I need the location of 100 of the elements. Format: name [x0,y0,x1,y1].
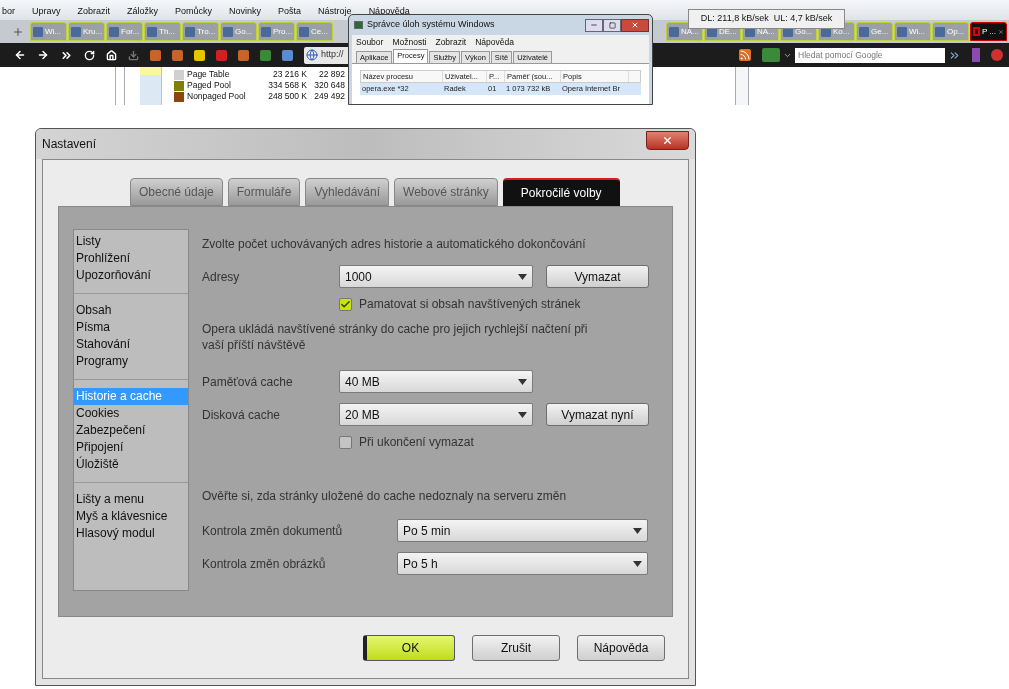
tab-label: Tro... [197,25,216,38]
section-heading: Zvolte počet uchovávaných adres historie a automatického dokončování [202,236,587,253]
favicon-icon [33,26,43,37]
side-panel [140,67,162,105]
category-item[interactable]: Obsah [74,302,188,319]
window-frame [115,67,125,105]
caret-icon [518,273,527,280]
menu-item[interactable]: Pomůcky [175,4,213,18]
category-item[interactable]: Písma [74,319,188,336]
menu-item[interactable]: Zobrazit [77,4,111,18]
table-cell-text: 249 492 [313,90,345,103]
table-cell-text: Paged Pool [187,79,232,92]
menu-item[interactable]: bor [2,4,15,18]
app-icon [354,21,363,29]
menu-item[interactable]: Soubor [356,36,384,49]
caret-icon [518,378,527,385]
globe-icon [306,49,318,61]
tab[interactable]: Formuláře [227,178,301,206]
search-field[interactable]: Hledat pomocí Google [795,47,945,63]
tab[interactable]: Vyhledávání [305,178,390,206]
caret-icon [633,560,642,567]
close-icon[interactable] [998,27,1004,36]
download-icon[interactable] [128,49,139,61]
menu-item[interactable]: Nápověda [368,4,410,18]
dropdown[interactable]: 1000 [339,265,533,288]
minimize-button[interactable] [585,18,603,32]
menu-item[interactable]: Zobrazit [435,36,467,49]
dialog-button[interactable]: Nápověda [577,634,665,661]
category-item[interactable]: Hlasový modul [74,525,188,542]
bookmark-icon[interactable] [194,49,205,61]
caret-icon [518,411,527,418]
category-item[interactable]: Programy [74,353,188,370]
favicon-icon [147,26,157,37]
category-item[interactable]: Upozorňování [74,267,188,284]
tab-label: Th... [159,25,175,38]
menu-item[interactable]: Možnosti [392,36,427,49]
field-label: Kontrola změn obrázků [202,555,327,573]
favicon-icon [223,26,233,37]
close-button[interactable] [621,18,649,32]
tab-label: Wi... [909,25,925,38]
tab-label: Ge... [871,25,889,38]
back-icon[interactable] [14,49,26,61]
tab-label: Pro... [273,25,293,38]
tab-label: Op... [947,25,965,38]
extension-icon[interactable] [991,49,1003,61]
favicon-icon [71,26,81,37]
bookmark-icon[interactable] [238,49,249,61]
dropdown[interactable]: 20 MB [339,403,533,426]
category-item[interactable]: Listy [74,233,188,250]
reload-icon[interactable] [84,49,95,61]
category-item[interactable]: Úložiště [74,456,188,473]
table-cell-text: Nonpaged Pool [187,90,247,103]
category-item[interactable]: Lišty a menu [74,491,188,508]
menu-item[interactable]: Upravy [32,4,61,18]
favicon-icon [859,26,869,37]
category-item[interactable]: Stahování [74,336,188,353]
menu-item[interactable]: Nápověda [475,36,514,49]
menu-item[interactable]: Záložky [127,4,159,18]
maximize-button[interactable] [603,18,621,32]
tab-label: Go... [235,25,253,38]
category-item[interactable]: Myš a klávesnice [74,508,188,525]
new-tab-icon[interactable] [12,25,24,38]
category-item[interactable]: Připojení [74,439,188,456]
dialog-button[interactable]: Zrušit [472,634,560,661]
tab[interactable]: Webové stránky [394,178,498,206]
table-cell-text: 23 216 K [271,68,307,81]
category-item[interactable]: Zabezpečení [74,422,188,439]
favicon-icon [185,26,195,37]
category-item[interactable]: Prohlížení [74,250,188,267]
dropdown[interactable]: 40 MB [339,370,533,393]
window-title: Správce úloh systému Windows [367,18,495,32]
window-frame [735,67,749,105]
close-button[interactable] [646,130,689,150]
button[interactable]: Vymazat [546,265,649,288]
close-icon [662,134,673,146]
rss-icon[interactable] [739,49,751,61]
category-item[interactable]: Cookies [74,405,188,422]
menu-item[interactable]: Pošta [278,4,302,18]
bookmark-icon[interactable] [150,49,161,61]
checkbox[interactable] [339,297,352,311]
dialog-button[interactable]: OK [363,634,455,661]
menu-item[interactable]: Novinky [229,4,262,18]
favicon-icon [669,26,679,37]
browser-tab[interactable]: P ... [970,22,1007,41]
tab[interactable]: Obecné údaje [130,178,223,206]
dropdown[interactable]: Po 5 min [397,519,648,542]
dropdown[interactable]: Po 5 h [397,552,648,575]
checkbox-label: Při ukončení vymazat [359,434,474,451]
tab[interactable]: Pokročilé volby [502,178,620,206]
checkbox[interactable] [339,435,352,449]
bookmark-icon[interactable] [172,49,183,61]
close-icon [631,21,639,29]
favicon-icon [109,26,119,37]
home-icon[interactable] [106,49,117,61]
menu-item[interactable]: Nástroje [318,4,352,18]
forward-icon[interactable] [37,49,49,61]
button[interactable]: Vymazat nyní [546,403,649,426]
field-label: Disková cache [202,406,282,424]
bookmark-icon[interactable] [282,49,293,61]
tab-label: For... [121,25,140,38]
